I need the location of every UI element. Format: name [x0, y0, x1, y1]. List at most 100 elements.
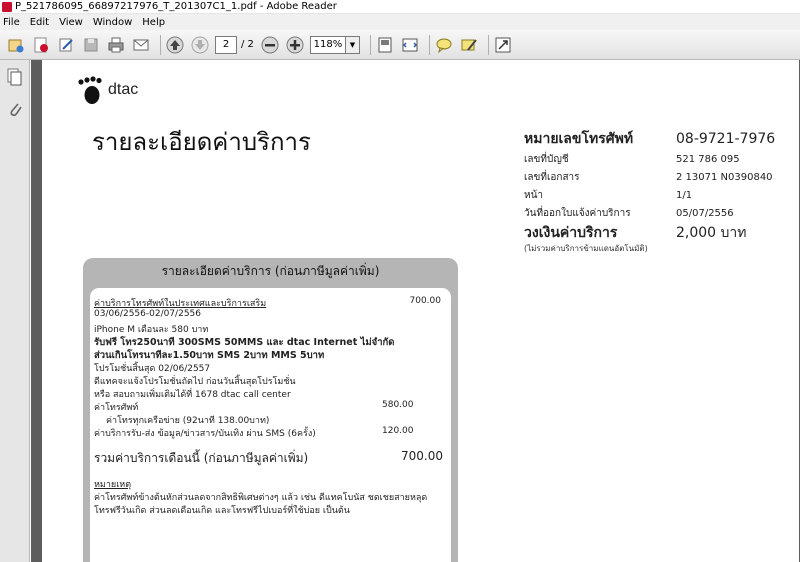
- next-page-button[interactable]: [190, 35, 210, 55]
- remark-title: หมายเหตุ: [94, 480, 132, 490]
- pages-icon: [7, 68, 22, 86]
- menu-help[interactable]: Help: [142, 17, 165, 28]
- info-row-phone: หมายเลขโทรศัพท์ 08-9721-7976: [524, 128, 794, 150]
- arrow-up-icon: [166, 36, 184, 53]
- sms-label: ค่าบริการรับ-ส่ง ข้อมูล/ข่าวสาร/บันเทิง …: [94, 429, 316, 439]
- zoom-in-button[interactable]: [285, 35, 305, 55]
- remark-line: โทรฟรีวันเกิด ส่วนลดเดือนเกิด และโทรฟรีไ…: [94, 506, 350, 516]
- total-row: รวมค่าบริการเดือนนี้ (ก่อนภาษีมูลค่าเพิ่…: [94, 449, 447, 471]
- info-row-page: หน้า 1/1: [524, 186, 794, 204]
- package-name: iPhone M เดือนละ 580 บาท: [94, 325, 209, 335]
- comment-button[interactable]: [434, 35, 454, 55]
- fit-page-icon: [378, 37, 392, 52]
- info-value: 1/1: [676, 189, 693, 201]
- expand-icon: [495, 37, 511, 52]
- sign-button[interactable]: [56, 35, 76, 55]
- dtac-logo-icon: [78, 76, 102, 104]
- info-row-document-number: เลขที่เอกสาร 2 13071 N0390840: [524, 168, 794, 186]
- sms-amount: 120.00: [382, 426, 414, 436]
- document-viewer[interactable]: dtac รายละเอียดค่าบริการ หมายเลขโทรศัพท์…: [31, 60, 800, 562]
- open-button[interactable]: [6, 35, 26, 55]
- toolbar-separator: [160, 34, 161, 55]
- open-icon: [8, 39, 24, 52]
- info-row-credit-limit: วงเงินค่าบริการ 2,000 บาท: [524, 222, 794, 244]
- call-amount: 580.00: [382, 400, 414, 410]
- highlight-button[interactable]: [459, 35, 479, 55]
- toolbar: 2 / 2 118% ▼: [0, 30, 800, 60]
- info-label: เลขที่เอกสาร: [524, 171, 580, 183]
- menu-bar: File Edit View Window Help: [0, 14, 800, 30]
- info-value: 08-9721-7976: [676, 131, 776, 147]
- call-label: ค่าโทรศัพท์: [94, 403, 139, 413]
- info-label: เลขที่บัญชี: [524, 153, 569, 165]
- printer-icon: [108, 37, 124, 52]
- zoom-level-input[interactable]: 118%: [309, 35, 346, 54]
- minus-icon: [261, 36, 279, 53]
- arrow-down-icon: [191, 36, 209, 53]
- page-total: / 2: [241, 39, 254, 50]
- billing-period: 03/06/2556-02/07/2556: [94, 309, 201, 319]
- create-pdf-icon: [34, 37, 48, 52]
- info-row-issue-date: วันที่ออกใบแจ้งค่าบริการ 05/07/2556: [524, 204, 794, 222]
- promo-note: ดีแทคจะแจ้งโปรโมชั่นถัดไป ก่อนวันสิ้นสุด…: [94, 377, 296, 387]
- pages-panel-button[interactable]: [6, 68, 24, 86]
- info-value: 2 13071 N0390840: [676, 171, 773, 183]
- section-row: ค่าบริการโทรศัพท์ในประเทศและบริการเสริม …: [94, 296, 447, 309]
- total-amount: 700.00: [401, 449, 443, 463]
- sms-charge-row: ค่าบริการรับ-ส่ง ข้อมูล/ข่าวสาร/บันเทิง …: [94, 426, 447, 439]
- navigation-pane: [0, 60, 30, 562]
- total-label: รวมค่าบริการเดือนนี้ (ก่อนภาษีมูลค่าเพิ่…: [94, 451, 309, 465]
- email-button[interactable]: [131, 35, 151, 55]
- call-charge-row: ค่าโทรศัพท์ 580.00: [94, 400, 447, 413]
- info-value: 521 786 095: [676, 153, 740, 165]
- menu-window[interactable]: Window: [93, 17, 132, 28]
- highlighter-icon: [461, 38, 477, 51]
- adobe-reader-icon: [2, 1, 12, 12]
- save-icon: [84, 38, 98, 51]
- fit-width-icon: [402, 38, 418, 51]
- page-number-input[interactable]: 2: [215, 35, 237, 54]
- fit-width-button[interactable]: [400, 35, 420, 55]
- previous-page-button[interactable]: [165, 35, 185, 55]
- menu-edit[interactable]: Edit: [30, 17, 49, 28]
- window-title: P_521786095_66897217976_T_201307C1_1.pdf…: [15, 1, 337, 12]
- comment-icon: [436, 38, 452, 53]
- call-detail: ค่าโทรทุกเครือข่าย (92นาที 138.00บาท): [106, 416, 270, 426]
- info-label: หน้า: [524, 189, 544, 201]
- attachments-panel-button[interactable]: [6, 100, 24, 118]
- promo-end: โปรโมชั่นสิ้นสุด 02/06/2557: [94, 364, 211, 374]
- plus-icon: [286, 36, 304, 53]
- toolbar-separator: [428, 34, 430, 55]
- section-title: ค่าบริการโทรศัพท์ในประเทศและบริการเสริม: [94, 299, 267, 309]
- panel-title: รายละเอียดค่าบริการ (ก่อนภาษีมูลค่าเพิ่ม…: [161, 263, 380, 278]
- account-info: หมายเลขโทรศัพท์ 08-9721-7976 เลขที่บัญชี…: [524, 128, 794, 255]
- pdf-page: dtac รายละเอียดค่าบริการ หมายเลขโทรศัพท์…: [42, 60, 799, 562]
- paperclip-icon: [10, 103, 22, 117]
- full-screen-button[interactable]: [493, 35, 513, 55]
- fit-page-button[interactable]: [375, 35, 395, 55]
- menu-file[interactable]: File: [3, 17, 20, 28]
- remark-line: ค่าโทรศัพท์ข้างต้นหักส่วนลดจากสิทธิพิเศษ…: [94, 493, 428, 503]
- logo-text: dtac: [108, 81, 139, 98]
- package-detail: รับฟรี โทร250นาที 300SMS 50MMS และ dtac …: [94, 337, 395, 348]
- dtac-logo: dtac: [76, 74, 138, 106]
- info-label: วันที่ออกใบแจ้งค่าบริการ: [524, 207, 631, 219]
- window-titlebar: P_521786095_66897217976_T_201307C1_1.pdf…: [0, 0, 800, 14]
- pen-icon: [59, 38, 73, 51]
- chevron-down-icon: ▼: [349, 40, 356, 49]
- print-button[interactable]: [106, 35, 126, 55]
- info-label: หมายเลขโทรศัพท์: [524, 131, 634, 147]
- zoom-out-button[interactable]: [260, 35, 280, 55]
- create-pdf-button[interactable]: [31, 35, 51, 55]
- menu-view[interactable]: View: [59, 17, 83, 28]
- info-row-account: เลขที่บัญชี 521 786 095: [524, 150, 794, 168]
- save-button[interactable]: [81, 35, 101, 55]
- info-label: วงเงินค่าบริการ: [524, 225, 618, 241]
- document-title: รายละเอียดค่าบริการ: [92, 128, 311, 156]
- toolbar-separator: [369, 34, 371, 55]
- info-value: 2,000 บาท: [676, 225, 747, 241]
- section-amount: 700.00: [409, 296, 442, 306]
- charges-panel: รายละเอียดค่าบริการ (ก่อนภาษีมูลค่าเพิ่ม…: [83, 258, 458, 562]
- zoom-dropdown-button[interactable]: ▼: [345, 35, 360, 54]
- info-value: 05/07/2556: [676, 207, 734, 219]
